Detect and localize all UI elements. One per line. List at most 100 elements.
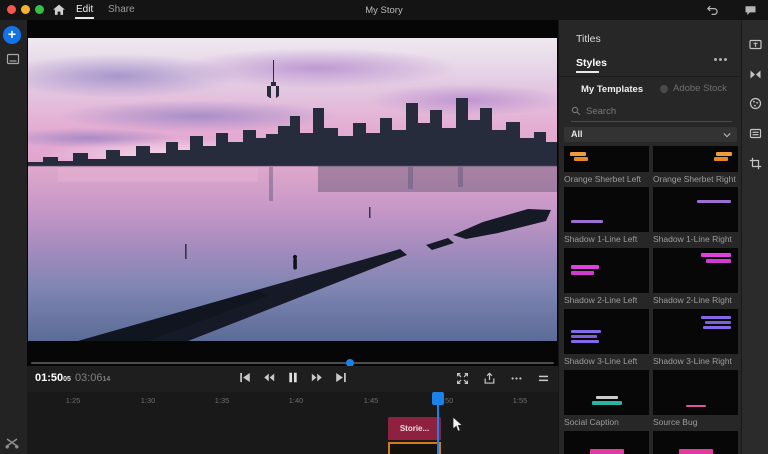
search-icon [571,106,581,116]
template-thumbnail[interactable] [653,187,738,232]
undo-icon[interactable] [706,4,719,17]
right-toolbar [741,20,768,454]
mouse-cursor [452,416,464,432]
ruler-tick: 1:40 [288,396,304,405]
media-browser-icon[interactable] [6,53,20,65]
left-toolbar: + [0,20,27,454]
pause-icon[interactable] [286,371,299,384]
template-shadow-1line-right[interactable]: Shadow 1-Line Right [653,187,738,248]
color-tool-icon[interactable] [749,97,762,110]
template-thumbnail[interactable] [653,309,738,354]
template-label: Orange Sherbet Right [653,174,736,184]
template-label: Shadow 3-Line Right [653,356,732,366]
tab-adobe-stock-label: Adobe Stock [673,83,727,94]
template-orange-sherbet-right[interactable]: Orange Sherbet Right [653,146,738,187]
premiere-rush-window: Edit Share My Story + 01:5005 03:0614 1:… [0,0,768,454]
template-shadow-2line-left[interactable]: Shadow 2-Line Left [564,248,649,309]
crop-rotate-tool-icon[interactable] [749,157,762,170]
timeline-menu-icon[interactable] [537,372,550,385]
transport-controls [238,371,347,384]
template-thumbnail[interactable] [564,187,649,232]
template-thumbnail[interactable] [653,146,738,172]
current-frames: 05 [63,376,71,383]
comment-bubble-icon[interactable] [744,4,757,17]
tab-adobe-stock[interactable]: Adobe Stock [659,83,727,94]
template-shadow-3line-left[interactable]: Shadow 3-Line Left [564,309,649,370]
chevron-down-icon [723,133,731,138]
timeline[interactable]: 1:25 1:30 1:35 1:40 1:45 1:50 1:55 Stori… [27,392,558,454]
video-frame [28,38,557,341]
search-field[interactable] [571,103,731,119]
template-thumbnail[interactable] [653,370,738,415]
titles-tool-icon[interactable] [749,38,762,51]
transitions-tool-icon[interactable] [749,68,762,81]
title-clip[interactable]: Storie... [388,417,441,454]
panel-more-icon[interactable] [714,58,727,61]
ruler-tick: 1:25 [65,396,81,405]
duration-frames: 14 [102,376,111,383]
skip-to-start-icon[interactable] [238,371,251,384]
template-social-caption[interactable]: Social Caption [564,370,649,431]
template-thumbnail[interactable] [653,248,738,293]
template-shadow-1line-left[interactable]: Shadow 1-Line Left [564,187,649,248]
selected-clip-body[interactable] [388,442,441,454]
project-title: My Story [365,5,403,16]
more-options-icon[interactable] [510,372,523,385]
step-back-icon[interactable] [262,371,275,384]
template-thumbnail[interactable] [564,309,649,354]
template-thumbnail[interactable] [564,370,649,415]
split-scissors-icon[interactable] [4,436,20,450]
search-input[interactable] [586,105,731,117]
ruler-tick: 1:30 [140,396,156,405]
add-media-button[interactable]: + [3,26,21,44]
filter-value: All [571,129,583,139]
tab-my-templates[interactable]: My Templates [581,84,643,95]
ruler-tick: 1:55 [512,396,528,405]
tab-styles[interactable]: Styles [576,57,607,69]
toronto-skyline-scene [28,38,557,341]
template-source-bug[interactable]: Source Bug [653,370,738,431]
template-label: Shadow 1-Line Right [653,234,732,244]
audio-tool-icon[interactable] [749,127,762,140]
skip-to-end-icon[interactable] [334,371,347,384]
template-shadow-3line-right[interactable]: Shadow 3-Line Right [653,309,738,370]
ruler-tick: 1:35 [214,396,230,405]
template-thumbnail[interactable] [564,146,649,172]
template-label: Orange Sherbet Left [564,174,642,184]
template-label: Source Bug [653,417,698,427]
template-thumbnail[interactable] [564,431,649,454]
panel-title: Titles [576,33,601,45]
transport-right-tools [456,372,550,385]
playhead-line [437,403,439,454]
fullscreen-icon[interactable] [456,372,469,385]
transport-bar: 01:5005 03:0614 [27,366,558,392]
duration: 03:06 [74,372,103,384]
template-label: Social Caption [564,417,619,427]
template-orange-sherbet-left[interactable]: Orange Sherbet Left [564,146,649,187]
export-icon[interactable] [483,372,496,385]
search-underline [571,121,732,122]
playhead-handle[interactable] [432,392,444,405]
timecode: 01:5005 03:0614 [35,372,110,384]
template-shadow-2line-right[interactable]: Shadow 2-Line Right [653,248,738,309]
template-label: Shadow 1-Line Left [564,234,638,244]
ruler-tick: 1:45 [363,396,379,405]
title-clip-label[interactable]: Storie... [388,417,441,440]
step-forward-icon[interactable] [310,371,323,384]
template-item[interactable] [564,431,649,454]
current-time: 01:50 [35,372,64,384]
video-preview-area [27,20,558,367]
tab-styles-underline [576,71,599,73]
template-thumbnail[interactable] [564,248,649,293]
template-label: Shadow 2-Line Right [653,295,732,305]
top-bar: Edit Share My Story [0,0,768,20]
template-item[interactable] [653,431,738,454]
template-thumbnail[interactable] [653,431,738,454]
template-label: Shadow 2-Line Left [564,295,638,305]
titles-panel: Titles Styles My Templates Adobe Stock A… [558,20,741,454]
templates-grid: Orange Sherbet Left Orange Sherbet Right… [564,146,738,454]
divider [559,76,741,77]
preview-scrubber[interactable] [31,359,554,367]
filter-dropdown[interactable]: All [564,127,737,142]
template-label: Shadow 3-Line Left [564,356,638,366]
